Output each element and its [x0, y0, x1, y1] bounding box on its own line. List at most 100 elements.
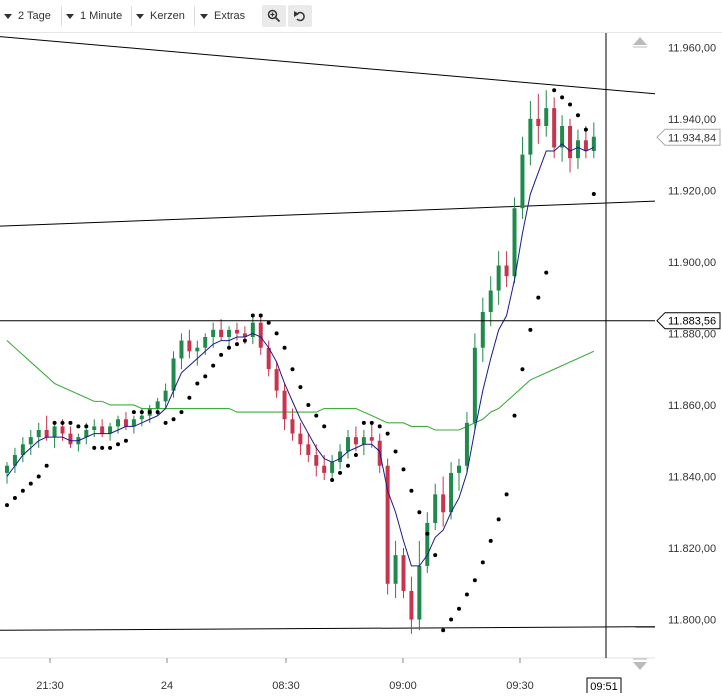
candle-body: [234, 329, 239, 334]
price-chart[interactable]: 11.960,00 11.940,00 11.920,00 11.900,00 11.8…: [0, 33, 722, 695]
candle-body: [536, 118, 541, 126]
chevron-down-icon: [200, 13, 208, 19]
psar-dot: [258, 313, 263, 318]
candle-body: [211, 329, 216, 337]
psar-dot: [274, 331, 279, 336]
psar-dot: [544, 270, 549, 275]
psar-dot: [464, 592, 469, 597]
x-axis-tick-label: 09:00: [389, 680, 417, 692]
chart-type-label: Kerzen: [150, 10, 185, 22]
psar-dot: [488, 538, 493, 543]
candle-body: [282, 390, 287, 420]
candle-body: [425, 522, 430, 566]
chart-type-dropdown[interactable]: Kerzen: [136, 5, 185, 27]
psar-dot: [155, 410, 160, 415]
psar-dot: [449, 617, 454, 622]
psar-dot: [187, 395, 192, 400]
extras-dropdown[interactable]: Extras: [200, 5, 245, 27]
candle-body: [583, 140, 588, 152]
psar-dot: [330, 478, 335, 483]
candle-body: [496, 265, 501, 291]
candle-body: [171, 358, 176, 391]
psar-dot: [369, 420, 374, 425]
candle-body: [488, 290, 493, 312]
psar-dot: [5, 503, 9, 508]
psar-dot: [583, 127, 588, 132]
psar-dot: [123, 438, 128, 443]
interval-label: 1 Minute: [80, 10, 123, 22]
interval-dropdown[interactable]: 1 Minute: [66, 5, 122, 27]
psar-dot: [528, 327, 533, 332]
candle-body: [179, 340, 184, 359]
candle-body: [60, 426, 65, 434]
candle-body: [187, 340, 192, 352]
candle-body: [68, 433, 73, 445]
psar-dot: [393, 449, 398, 454]
psar-dot: [417, 510, 422, 515]
psar-dot: [92, 445, 97, 450]
candle-body: [433, 494, 438, 523]
y-axis-tick-label: 11.940,00: [668, 114, 716, 126]
psar-dot: [520, 367, 525, 372]
candle-body: [568, 125, 573, 159]
zoom-in-icon: [267, 9, 281, 23]
scroll-down-arrow: [633, 662, 647, 670]
psar-dot: [298, 385, 303, 390]
candle-body: [464, 422, 469, 466]
psar-dot: [20, 488, 25, 493]
candle-body: [417, 565, 422, 620]
psar-dot: [28, 481, 33, 486]
psar-dot: [36, 474, 41, 479]
psar-dot: [441, 628, 446, 633]
zoom-button[interactable]: [262, 5, 286, 27]
psar-dot: [472, 578, 477, 583]
psar-dot: [171, 417, 176, 422]
candle-body: [203, 337, 208, 348]
chart-toolbar: 2 Tage 1 Minute Kerzen Extras: [0, 0, 722, 33]
undo-button[interactable]: [288, 5, 312, 27]
candle-body: [449, 472, 454, 513]
crosshair-price-label: 11.883,56: [668, 316, 716, 328]
psar-dot: [496, 517, 501, 522]
psar-dot: [322, 424, 327, 429]
psar-dot: [353, 453, 358, 458]
candle-body: [512, 208, 517, 277]
psar-dot: [242, 338, 247, 343]
psar-dot: [84, 424, 89, 429]
toolbar-divider: [61, 6, 62, 26]
psar-dot: [179, 410, 184, 415]
chart-area[interactable]: 11.960,00 11.940,00 11.920,00 11.900,00 11.8…: [0, 33, 722, 695]
candle-body: [528, 118, 533, 155]
candle-body: [155, 401, 160, 409]
candle-body: [274, 369, 279, 391]
x-axis-tick-label: 24: [161, 680, 173, 692]
candle-body: [306, 444, 311, 456]
chevron-down-icon: [136, 13, 144, 19]
psar-dot: [131, 410, 136, 415]
candle-body: [457, 465, 462, 473]
scroll-up-icon[interactable]: [633, 37, 647, 48]
candle-body: [520, 154, 525, 209]
candle-body: [5, 465, 9, 473]
candle-body: [123, 419, 128, 427]
psar-dot: [480, 560, 485, 565]
candle-body: [163, 390, 168, 402]
psar-dot: [163, 420, 168, 425]
psar-dot: [195, 381, 200, 386]
x-axis-tick-label: 09:30: [506, 680, 534, 692]
psar-dot: [290, 367, 295, 372]
psar-dot: [306, 402, 311, 407]
period-dropdown[interactable]: 2 Tage: [4, 5, 51, 27]
psar-dot: [250, 313, 255, 318]
psar-dot: [560, 95, 565, 100]
psar-dot: [219, 352, 224, 357]
candle-body: [92, 426, 97, 430]
psar-dot: [568, 102, 573, 107]
scroll-down-icon[interactable]: [633, 658, 647, 670]
psar-dot: [139, 410, 144, 415]
y-axis-tick-label: 11.920,00: [668, 185, 716, 197]
candle-body: [401, 555, 406, 591]
candle-body: [441, 494, 446, 513]
psar-dot: [211, 363, 216, 368]
psar-dot: [52, 420, 57, 425]
